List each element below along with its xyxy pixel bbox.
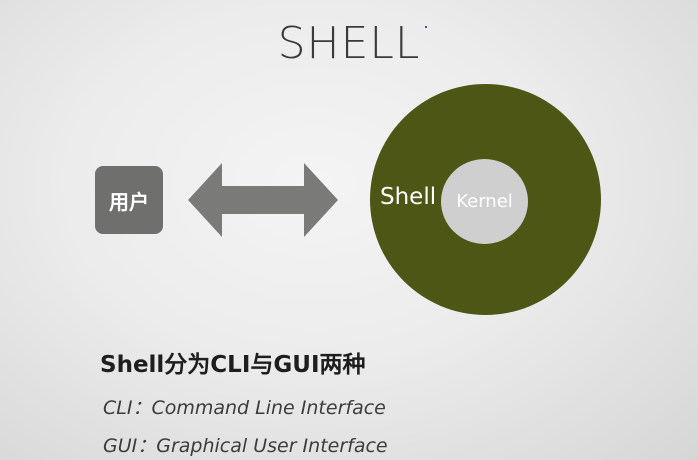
user-box: 用户 <box>95 166 163 234</box>
bidirectional-arrow-icon <box>188 163 338 237</box>
kernel-label: Kernel <box>456 191 513 212</box>
gui-definition: GUI：Graphical User Interface <box>103 435 388 457</box>
cli-definition: CLI：Command Line Interface <box>103 397 386 419</box>
shell-label: Shell <box>380 184 437 210</box>
user-label: 用户 <box>109 189 149 214</box>
shell-types-heading: Shell分为CLI与GUI两种 <box>100 352 366 378</box>
decorative-dot <box>425 26 427 28</box>
slide-title: SHELL <box>277 18 421 69</box>
kernel-circle: Kernel <box>441 159 528 244</box>
